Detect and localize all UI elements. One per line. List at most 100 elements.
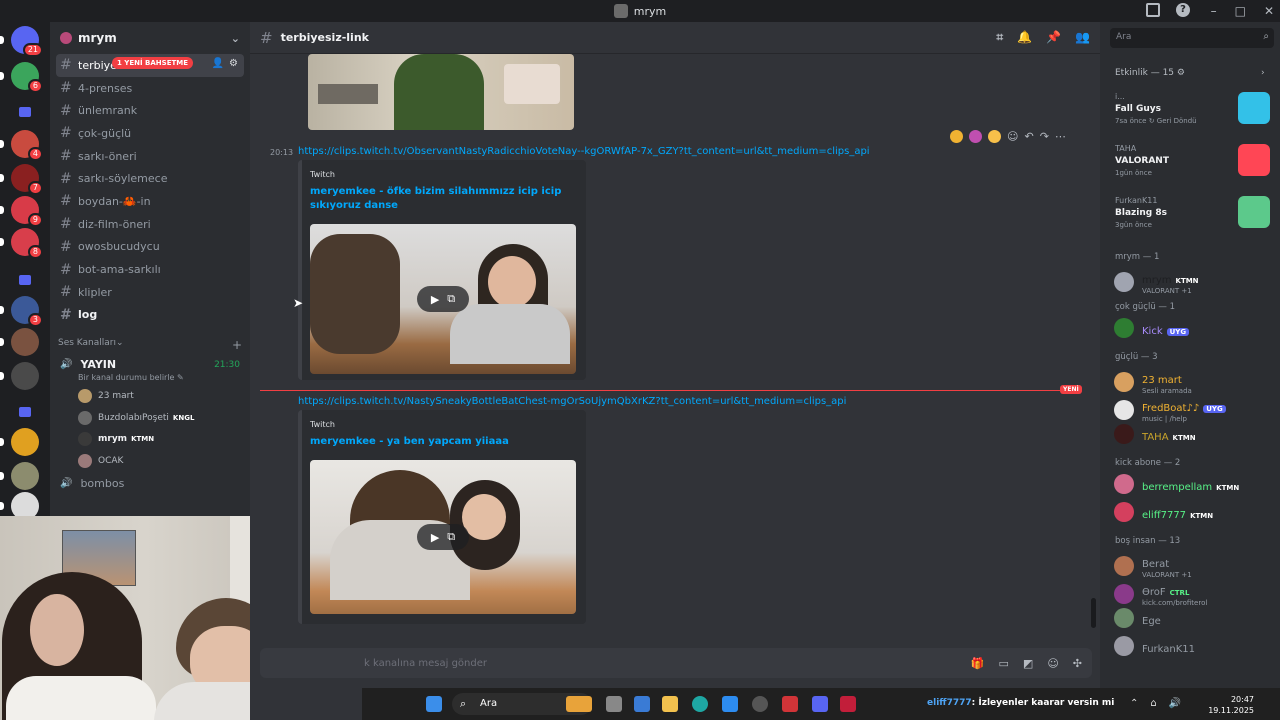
close-button[interactable]: ✕ bbox=[1264, 4, 1274, 18]
chevron-up-icon[interactable]: ⌃ bbox=[1130, 698, 1138, 709]
emoji-icon[interactable]: ☺ bbox=[1047, 657, 1058, 670]
chevron-right-icon[interactable]: › bbox=[1261, 68, 1265, 78]
member-item[interactable]: ƟroF CTRL kick.com/brofiterol bbox=[1114, 580, 1274, 607]
server-icon[interactable] bbox=[11, 462, 39, 490]
gift-icon[interactable]: 🎁 bbox=[971, 657, 985, 670]
member-item[interactable]: berrempellam KTMN bbox=[1114, 474, 1274, 494]
bell-icon[interactable]: 🔔 bbox=[1017, 30, 1032, 45]
gear-icon[interactable]: ⚙ bbox=[1177, 68, 1185, 78]
video-thumbnail[interactable]: ▶ ⧉ bbox=[310, 460, 576, 614]
play-button[interactable]: ▶ ⧉ bbox=[417, 286, 469, 312]
member-item[interactable]: Berat VALORANT +1 bbox=[1114, 552, 1274, 579]
voice-user[interactable]: mrym KTMN bbox=[50, 428, 250, 450]
server-icon[interactable]: 3 bbox=[11, 296, 43, 327]
member-item[interactable]: mrym KTMN VALORANT +1 bbox=[1114, 268, 1274, 295]
voice-channel-bombos[interactable]: 🔊 bombos bbox=[50, 471, 250, 496]
forward-icon[interactable]: ↷ bbox=[1040, 130, 1049, 143]
clip-link[interactable]: https://clips.twitch.tv/NastySneakyBottl… bbox=[298, 396, 846, 407]
channel-bot-ama-sarkılı[interactable]: # bot-ama-sarkılı bbox=[56, 258, 244, 281]
member-item[interactable]: TAHA KTMN bbox=[1114, 424, 1274, 444]
voice-channel[interactable]: 🔊 YAYIN 21:30 bbox=[50, 356, 250, 373]
server-icon[interactable] bbox=[11, 362, 39, 390]
windows-start-icon[interactable] bbox=[426, 696, 442, 712]
pin-icon[interactable]: 📌 bbox=[1046, 30, 1061, 45]
video-embed-partial[interactable] bbox=[308, 54, 574, 130]
search-input[interactable]: Ara ⌕ bbox=[1110, 28, 1274, 48]
member-item[interactable]: 23 mart Sesli aramada bbox=[1114, 368, 1274, 395]
volume-icon[interactable]: 🔊 bbox=[1169, 698, 1181, 709]
member-item[interactable]: FredBoat♪♪ UYG music | /help bbox=[1114, 396, 1274, 423]
channel-boydan-🦀-in[interactable]: # boydan-🦀-in bbox=[56, 190, 244, 213]
voice-user[interactable]: OCAK bbox=[50, 450, 250, 472]
clock[interactable]: 20:47 19.11.2025 bbox=[1208, 694, 1254, 716]
invite-icon[interactable]: 👤 bbox=[212, 58, 224, 69]
channel-diz-film-öneri[interactable]: # diz-film-öneri bbox=[56, 213, 244, 236]
server-icon[interactable]: 4 bbox=[11, 130, 43, 161]
minimize-button[interactable]: – bbox=[1211, 4, 1217, 18]
task-view-icon[interactable] bbox=[606, 696, 622, 712]
channel-owosbucudycu[interactable]: # owosbucudycu bbox=[56, 236, 244, 259]
help-icon[interactable]: ? bbox=[1176, 3, 1190, 17]
message-input[interactable]: k kanalına mesaj gönder 🎁 ▭ ◩ ☺ ✣ bbox=[260, 648, 1092, 678]
member-item[interactable]: eliff7777 KTMN bbox=[1114, 502, 1274, 522]
channel-terbiyesiz-link[interactable]: # terbiyes 1 YENİ BAHSETME 👤 ⚙ bbox=[56, 54, 244, 77]
activity-header[interactable]: Etkinlik — 15 ⚙ › bbox=[1115, 68, 1265, 78]
reaction-emoji-2[interactable] bbox=[969, 130, 982, 143]
edge-icon[interactable] bbox=[692, 696, 708, 712]
gear-icon[interactable]: ⚙ bbox=[229, 58, 238, 69]
server-icon[interactable]: 8 bbox=[11, 228, 43, 259]
sticker-icon[interactable]: ◩ bbox=[1023, 657, 1033, 670]
add-reaction-icon[interactable]: ☺ bbox=[1007, 130, 1018, 143]
inbox-icon[interactable] bbox=[1146, 3, 1160, 17]
add-channel-icon[interactable]: + bbox=[232, 338, 242, 352]
member-item[interactable]: FurkanK11 bbox=[1114, 636, 1274, 656]
chevron-down-icon[interactable]: ⌄ bbox=[231, 32, 240, 45]
channel-sarkı-söylemece[interactable]: # sarkı-söylemece bbox=[56, 167, 244, 190]
channel-klipler[interactable]: # klipler bbox=[56, 281, 244, 304]
discord-home-icon[interactable]: 21 bbox=[11, 26, 43, 57]
store-icon[interactable] bbox=[722, 696, 738, 712]
activity-card[interactable]: i... Fall Guys 7sa önce ↻ Geri Döndü bbox=[1110, 92, 1274, 125]
channel-log[interactable]: # log bbox=[56, 304, 244, 327]
members-icon[interactable]: 👥 bbox=[1075, 30, 1090, 45]
apps-icon[interactable]: ✣ bbox=[1073, 657, 1082, 670]
embed-title[interactable]: meryemkee - öfke bizim silahımmızz icip … bbox=[310, 185, 578, 213]
server-icon[interactable]: 7 bbox=[11, 164, 43, 195]
valorant-icon[interactable] bbox=[840, 696, 856, 712]
activity-card[interactable]: FurkanK11 Blazing 8s 3gün önce bbox=[1110, 196, 1274, 229]
server-icon[interactable] bbox=[11, 428, 39, 456]
member-item[interactable]: Ege bbox=[1114, 608, 1274, 628]
server-icon[interactable] bbox=[11, 328, 39, 356]
maximize-button[interactable]: □ bbox=[1235, 4, 1246, 18]
app-icon-red[interactable] bbox=[782, 696, 798, 712]
channel-4-prenses[interactable]: #4-prenses bbox=[56, 77, 244, 100]
new-mention-badge[interactable]: 1 YENİ BAHSETME bbox=[112, 57, 194, 69]
chat-scrollbar[interactable] bbox=[1091, 598, 1096, 628]
server-icon[interactable]: 9 bbox=[11, 196, 43, 227]
more-icon[interactable]: ⋯ bbox=[1055, 130, 1066, 143]
network-icon[interactable]: ⌂ bbox=[1150, 698, 1156, 709]
voice-category[interactable]: Ses Kanalları ⌄ + bbox=[50, 326, 250, 356]
activity-card[interactable]: TAHA VALORANT 1gün önce bbox=[1110, 144, 1274, 177]
server-header[interactable]: mrym ⌄ bbox=[50, 22, 250, 54]
channel-ünlemrank[interactable]: # ünlemrank bbox=[56, 99, 244, 122]
clip-link[interactable]: https://clips.twitch.tv/ObservantNastyRa… bbox=[298, 146, 870, 157]
folder-icon[interactable] bbox=[19, 107, 31, 117]
reaction-emoji-3[interactable] bbox=[988, 130, 1001, 143]
threads-icon[interactable]: ⌗ bbox=[996, 30, 1003, 45]
play-button[interactable]: ▶ ⧉ bbox=[417, 524, 469, 550]
gif-icon[interactable]: ▭ bbox=[999, 657, 1009, 670]
channel-çok-güçlü[interactable]: # çok-güçlü bbox=[56, 122, 244, 145]
file-explorer-icon[interactable] bbox=[662, 696, 678, 712]
copilot-icon[interactable] bbox=[634, 696, 650, 712]
folder-icon[interactable] bbox=[19, 407, 31, 417]
embed-title[interactable]: meryemkee - ya ben yapcam yiiaaa bbox=[310, 435, 578, 449]
server-icon[interactable]: 6 bbox=[11, 62, 43, 93]
folder-icon[interactable] bbox=[19, 275, 31, 285]
reply-icon[interactable]: ↶ bbox=[1024, 130, 1033, 143]
reaction-emoji-1[interactable] bbox=[950, 130, 963, 143]
voice-status[interactable]: Bir kanal durumu belirle ✎ bbox=[50, 373, 250, 385]
discord-icon[interactable] bbox=[812, 696, 828, 712]
obs-icon[interactable] bbox=[752, 696, 768, 712]
member-item[interactable]: Kick UYG bbox=[1114, 318, 1274, 338]
